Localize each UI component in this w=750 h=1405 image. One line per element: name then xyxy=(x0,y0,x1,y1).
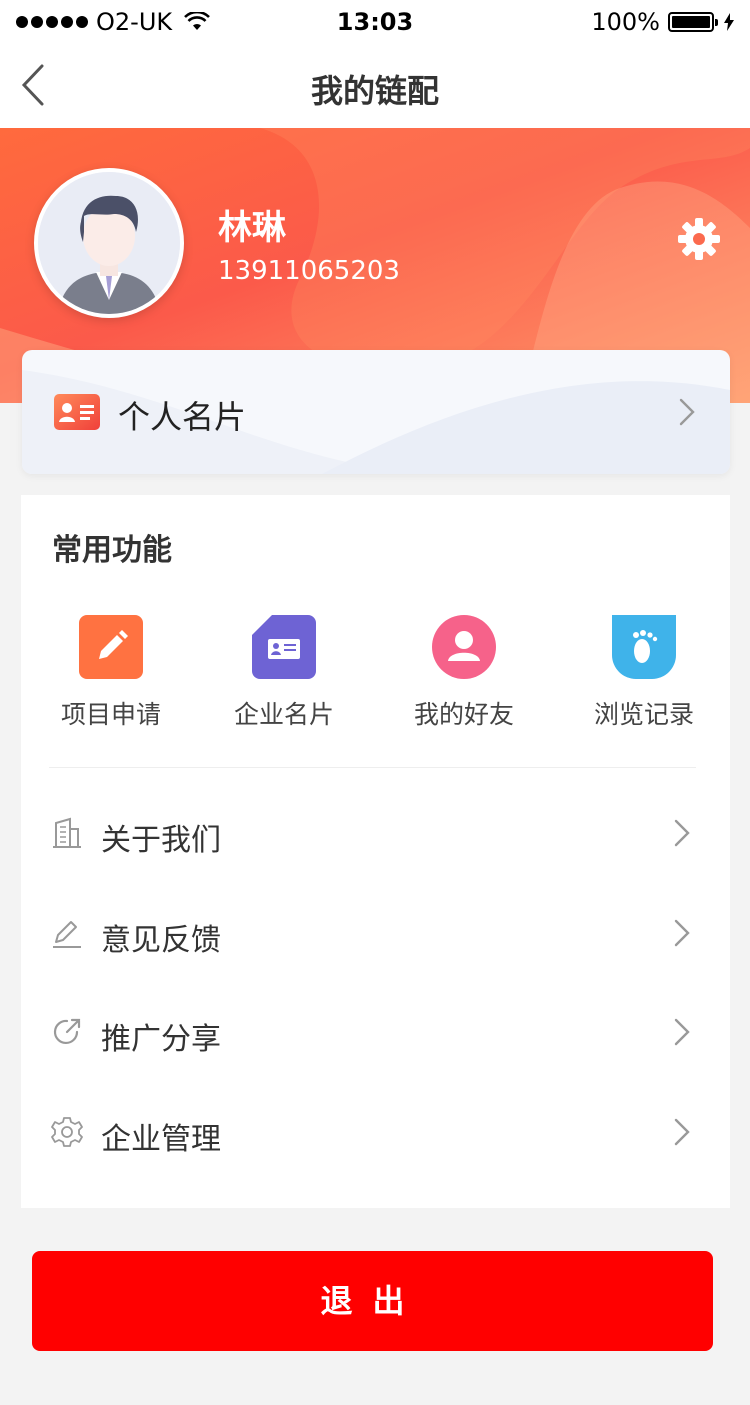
battery-percent: 100% xyxy=(591,8,660,36)
menu-about-us[interactable]: 关于我们 xyxy=(21,783,730,883)
share-icon xyxy=(53,1018,81,1044)
menu-label: 关于我们 xyxy=(101,823,221,858)
my-profile-page: O2-UK 13:03 100% 我的链配 林琳 13911065203 个人名… xyxy=(0,0,750,1405)
logout-button[interactable]: 退出 xyxy=(32,1251,713,1351)
chevron-right-icon xyxy=(674,1118,690,1146)
section-title: 常用功能 xyxy=(52,533,172,568)
menu-label: 推广分享 xyxy=(101,1022,221,1057)
func-label: 项目申请 xyxy=(60,700,161,729)
building-icon xyxy=(53,817,81,848)
gear-icon xyxy=(678,218,720,260)
status-bar: O2-UK 13:03 100% xyxy=(0,0,750,44)
feedback-pencil-icon xyxy=(53,921,81,948)
gear-outline-icon xyxy=(51,1117,83,1147)
user-name: 林琳 xyxy=(218,208,286,248)
menu-share[interactable]: 推广分享 xyxy=(21,982,730,1082)
menu-company-management[interactable]: 企业管理 xyxy=(21,1082,730,1182)
func-my-friends[interactable]: 我的好友 xyxy=(374,615,554,735)
personal-card-row[interactable]: 个人名片 xyxy=(22,350,730,474)
menu-feedback[interactable]: 意见反馈 xyxy=(21,883,730,983)
chevron-right-icon xyxy=(679,398,695,426)
male-avatar-icon xyxy=(38,172,180,314)
functions-panel: 常用功能 项目申请 企业名片 我的好友 浏览记录 关于我们 意见反馈 推广分享 … xyxy=(21,495,730,1208)
status-right: 100% xyxy=(591,8,734,36)
section-divider xyxy=(49,767,696,768)
menu-label: 企业管理 xyxy=(101,1122,221,1157)
battery-icon xyxy=(668,12,718,32)
func-browse-history[interactable]: 浏览记录 xyxy=(554,615,734,735)
id-card-icon xyxy=(54,394,100,430)
avatar[interactable] xyxy=(34,168,184,318)
friend-user-icon xyxy=(432,615,496,679)
chevron-right-icon xyxy=(674,1018,690,1046)
user-phone: 13911065203 xyxy=(218,256,400,286)
navigation-bar: 我的链配 xyxy=(0,44,750,128)
charging-bolt-icon xyxy=(724,13,734,31)
chevron-right-icon xyxy=(674,919,690,947)
chevron-right-icon xyxy=(674,819,690,847)
settings-button[interactable] xyxy=(676,216,722,262)
func-label: 企业名片 xyxy=(233,700,334,729)
footprint-icon xyxy=(612,615,676,679)
personal-card-label: 个人名片 xyxy=(118,398,247,436)
func-label: 浏览记录 xyxy=(593,700,694,729)
page-title: 我的链配 xyxy=(310,72,439,110)
pencil-icon xyxy=(79,615,143,679)
func-label: 我的好友 xyxy=(413,700,514,729)
menu-label: 意见反馈 xyxy=(101,923,221,958)
func-company-card[interactable]: 企业名片 xyxy=(194,615,374,735)
func-project-apply[interactable]: 项目申请 xyxy=(21,615,201,735)
company-card-icon xyxy=(252,615,316,679)
